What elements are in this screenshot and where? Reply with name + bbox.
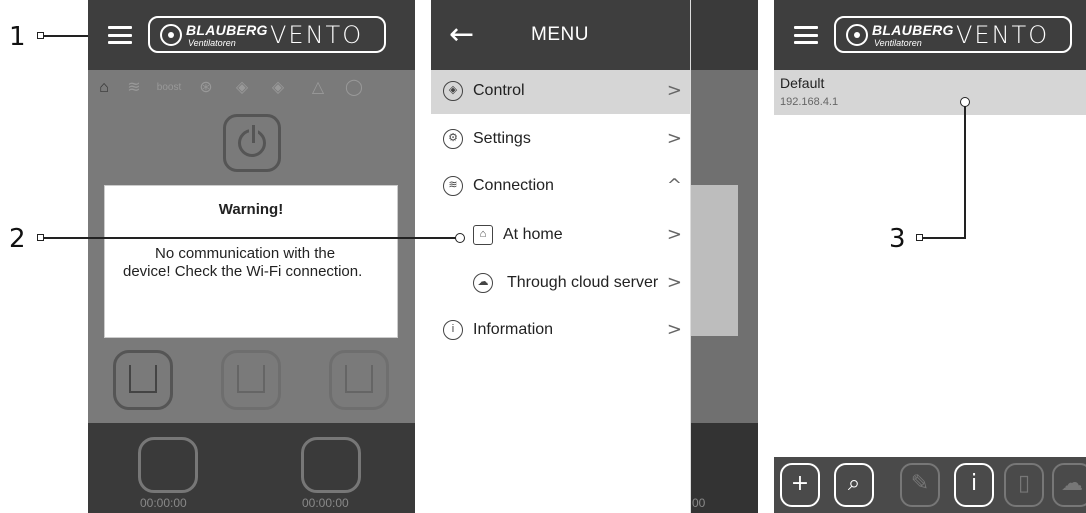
house-icon bbox=[345, 365, 373, 393]
underlying-app-bar bbox=[690, 0, 758, 70]
menu-item-information[interactable]: i Information > bbox=[431, 309, 690, 353]
device-ip: 192.168.4.1 bbox=[780, 96, 839, 108]
menu-title: MENU bbox=[531, 24, 589, 45]
menu-item-control[interactable]: ◈ Control > bbox=[431, 70, 690, 114]
callout-line-2 bbox=[44, 237, 458, 239]
wifi-status-icon: ≋ bbox=[127, 79, 141, 96]
callout-number-3: 3 bbox=[889, 224, 906, 254]
logo-product: VENTO bbox=[956, 21, 1050, 49]
add-icon[interactable]: + bbox=[780, 463, 820, 507]
mode-regeneration-button[interactable] bbox=[221, 350, 281, 410]
info-icon[interactable]: i bbox=[954, 463, 994, 507]
callout-dot-2 bbox=[455, 233, 465, 243]
app-bar: BLAUBERG Ventilatoren VENTO bbox=[88, 0, 415, 70]
home-status-icon: ⌂ bbox=[99, 79, 109, 96]
device-list-screen: BLAUBERG Ventilatoren VENTO Default 192.… bbox=[774, 0, 1086, 513]
logo-brand: BLAUBERG bbox=[186, 22, 268, 38]
chevron-right-icon: > bbox=[666, 224, 682, 245]
menu-item-label: Information bbox=[473, 321, 554, 338]
chevron-up-icon: ^ bbox=[666, 175, 682, 196]
menu-item-label: Settings bbox=[473, 130, 531, 147]
cloud-icon[interactable]: ☁ bbox=[1052, 463, 1086, 507]
warning-message: No communication with the device! Check … bbox=[123, 245, 363, 280]
cloud-icon: ☁ bbox=[473, 273, 493, 293]
chevron-right-icon: > bbox=[666, 128, 682, 149]
night-mode-button[interactable] bbox=[138, 437, 198, 493]
home-wifi-icon: ⌂ bbox=[473, 225, 493, 245]
underlying-timer: 00 bbox=[692, 496, 706, 510]
main-screen: BLAUBERG Ventilatoren VENTO ⌂ ≋ boost ⊛ … bbox=[88, 0, 415, 513]
fan-logo-icon bbox=[846, 24, 868, 46]
delete-icon[interactable]: ▯ bbox=[1004, 463, 1044, 507]
fan-logo-icon bbox=[160, 24, 182, 46]
fan-status-icon: ⊛ bbox=[199, 79, 213, 96]
hamburger-menu-icon[interactable] bbox=[794, 26, 818, 44]
wifi-icon: ≋ bbox=[443, 176, 463, 196]
menu-item-at-home[interactable]: ⌂ At home > bbox=[431, 214, 690, 258]
night-timer: 00:00:00 bbox=[140, 496, 187, 510]
menu-item-cloud-server[interactable]: ☁ Through cloud server > bbox=[431, 262, 690, 306]
callout-line-3 bbox=[923, 237, 966, 239]
mode-supply-button[interactable] bbox=[329, 350, 389, 410]
warning-dialog: Warning! No communication with the devic… bbox=[104, 185, 398, 338]
brand-logo: BLAUBERG Ventilatoren VENTO bbox=[834, 16, 1072, 53]
logo-sub: Ventilatoren bbox=[188, 38, 236, 48]
menu-item-label: Connection bbox=[473, 177, 554, 194]
humidity-status-icon: ◈ bbox=[235, 79, 249, 96]
party-mode-button[interactable] bbox=[301, 437, 361, 493]
menu-item-settings[interactable]: ⚙ Settings > bbox=[431, 118, 690, 162]
info-icon: i bbox=[443, 320, 463, 340]
logo-sub: Ventilatoren bbox=[874, 38, 922, 48]
app-bar: BLAUBERG Ventilatoren VENTO bbox=[774, 0, 1086, 70]
ventilation-status-icon: ◈ bbox=[271, 79, 285, 96]
callout-line-1 bbox=[44, 35, 92, 37]
callout-marker-3 bbox=[916, 234, 923, 241]
control-icon: ◈ bbox=[443, 81, 463, 101]
boost-status: boost bbox=[156, 82, 182, 93]
search-icon[interactable]: ⌕ bbox=[834, 463, 874, 507]
menu-screen: 00 ← MENU ◈ Control > ⚙ Settings > ≋ Con… bbox=[431, 0, 758, 513]
brand-logo: BLAUBERG Ventilatoren VENTO bbox=[148, 16, 386, 53]
device-name: Default bbox=[780, 75, 825, 91]
house-icon bbox=[237, 365, 265, 393]
callout-number-1: 1 bbox=[9, 22, 26, 52]
settings-icon: ⚙ bbox=[443, 129, 463, 149]
menu-item-label: Through cloud server bbox=[507, 274, 659, 291]
power-button[interactable] bbox=[223, 114, 281, 172]
underlying-screen: 00 bbox=[670, 0, 758, 513]
navigation-drawer: ← MENU ◈ Control > ⚙ Settings > ≋ Connec… bbox=[431, 0, 691, 513]
callout-number-2: 2 bbox=[9, 224, 26, 254]
menu-item-connection[interactable]: ≋ Connection ^ bbox=[431, 165, 690, 209]
device-list-item[interactable]: Default 192.168.4.1 bbox=[774, 70, 1086, 115]
house-icon bbox=[129, 365, 157, 393]
edit-icon[interactable]: ✎ bbox=[900, 463, 940, 507]
alarm-status-icon: △ bbox=[311, 79, 325, 96]
chevron-right-icon: > bbox=[666, 272, 682, 293]
status-row: ⌂ ≋ boost ⊛ ◈ ◈ △ ◯ bbox=[88, 70, 415, 106]
callout-dot-3 bbox=[960, 97, 970, 107]
logo-product: VENTO bbox=[270, 21, 364, 49]
callout-marker-2 bbox=[37, 234, 44, 241]
chevron-right-icon: > bbox=[666, 80, 682, 101]
back-arrow-icon[interactable]: ← bbox=[449, 17, 474, 52]
callout-marker-1 bbox=[37, 32, 44, 39]
menu-header: ← MENU bbox=[431, 0, 690, 70]
mode-ventilation-button[interactable] bbox=[113, 350, 173, 410]
hamburger-menu-icon[interactable] bbox=[108, 26, 132, 44]
warning-title: Warning! bbox=[218, 201, 284, 218]
filter-status-icon: ◯ bbox=[345, 79, 363, 96]
menu-item-label: At home bbox=[503, 226, 563, 243]
chevron-right-icon: > bbox=[666, 319, 682, 340]
logo-brand: BLAUBERG bbox=[872, 22, 954, 38]
menu-item-label: Control bbox=[473, 82, 525, 99]
callout-line-3-vertical bbox=[964, 104, 966, 238]
party-timer: 00:00:00 bbox=[302, 496, 349, 510]
